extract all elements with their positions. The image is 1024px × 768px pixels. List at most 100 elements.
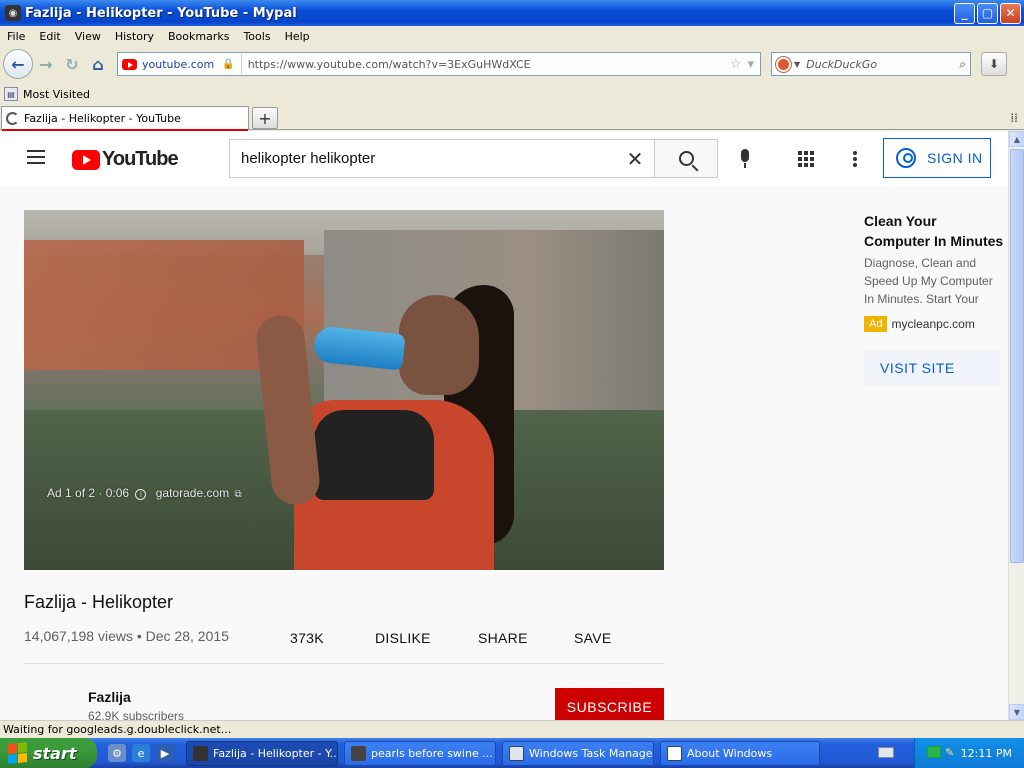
- taskbar-item-label: About Windows: [687, 747, 773, 760]
- search-input[interactable]: DuckDuckGo: [806, 58, 959, 71]
- menu-file[interactable]: File: [0, 30, 32, 43]
- clock[interactable]: 12:11 PM: [961, 747, 1012, 760]
- search-bar[interactable]: ▼ DuckDuckGo ⌕: [771, 52, 971, 76]
- site-identity[interactable]: youtube.com 🔒: [118, 54, 242, 74]
- apps-grid-icon[interactable]: [798, 151, 814, 167]
- taskbar-item-pearls[interactable]: pearls before swine ...: [344, 741, 496, 766]
- scrollbar-thumb[interactable]: [1010, 149, 1024, 563]
- menu-history[interactable]: History: [108, 30, 161, 43]
- youtube-play-icon: [72, 149, 100, 170]
- tab-label: Fazlija - Helikopter - YouTube: [24, 112, 181, 125]
- reload-button[interactable]: ↻: [59, 51, 85, 77]
- quick-launch-media-player-icon[interactable]: ▶: [156, 744, 174, 762]
- task-manager-icon: [509, 746, 524, 761]
- bookmarks-toolbar: ▤ Most Visited: [0, 84, 1024, 104]
- network-monitor-icon[interactable]: [927, 746, 941, 758]
- quick-launch-show-desktop-icon[interactable]: ⚙: [108, 744, 126, 762]
- youtube-logo[interactable]: YouTube: [72, 148, 179, 171]
- loading-spinner-icon: [6, 112, 19, 125]
- youtube-search-input[interactable]: helikopter helikopter: [241, 150, 615, 167]
- window-icon: [667, 746, 682, 761]
- tray-utility-icon[interactable]: ✎: [945, 746, 957, 759]
- home-button[interactable]: ⌂: [85, 51, 111, 77]
- mypal-app-icon[interactable]: ◉: [5, 5, 21, 21]
- video-title: Fazlija - Helikopter: [24, 592, 174, 612]
- downloads-button[interactable]: ⬇: [981, 52, 1007, 76]
- plus-icon: +: [258, 108, 272, 128]
- scroll-up-icon[interactable]: ▲: [1009, 131, 1024, 147]
- tab-strip: Fazlija - Helikopter - YouTube + ⁞⁞: [0, 105, 1024, 131]
- browser-icon: [351, 746, 366, 761]
- visit-site-button[interactable]: VISIT SITE: [864, 351, 1000, 385]
- back-button[interactable]: ←: [3, 49, 33, 79]
- search-engine-dropdown-icon[interactable]: ▼: [794, 60, 800, 69]
- youtube-header: YouTube helikopter helikopter ✕ SIGN IN: [0, 131, 1008, 187]
- url-bar[interactable]: youtube.com 🔒 https://www.youtube.com/wa…: [117, 52, 761, 76]
- hamburger-menu-icon[interactable]: [27, 150, 45, 164]
- menu-help[interactable]: Help: [278, 30, 317, 43]
- gatorade-bottle: [312, 325, 406, 371]
- url-text[interactable]: https://www.youtube.com/watch?v=3ExGuHWd…: [248, 58, 730, 71]
- ad-counter: Ad 1 of 2 · 0:06: [47, 486, 130, 500]
- side-ad-title[interactable]: Clean Your Computer In Minutes: [864, 211, 1004, 251]
- taskbar-item-about-windows[interactable]: About Windows: [660, 741, 820, 766]
- menu-bar: File Edit View History Bookmarks Tools H…: [0, 26, 1024, 46]
- mypal-icon: [193, 746, 208, 761]
- info-icon[interactable]: i: [135, 489, 147, 500]
- sign-in-label: SIGN IN: [927, 150, 983, 166]
- taskbar-item-task-manager[interactable]: Windows Task Manager: [502, 741, 654, 766]
- ad-badge: Ad: [864, 316, 888, 332]
- ad-advertiser-link[interactable]: gatorade.com: [156, 486, 229, 500]
- menu-bookmarks[interactable]: Bookmarks: [161, 30, 236, 43]
- share-button[interactable]: SHARE: [478, 630, 528, 646]
- channel-name[interactable]: Fazlija: [88, 689, 131, 705]
- video-player[interactable]: Ad 1 of 2 · 0:06 i gatorade.com ⧉: [24, 210, 664, 570]
- close-button[interactable]: ✕: [1000, 2, 1021, 24]
- bookmark-star-icon[interactable]: ☆: [730, 57, 742, 72]
- clear-search-icon[interactable]: ✕: [615, 147, 655, 171]
- new-tab-button[interactable]: +: [252, 107, 278, 129]
- start-button[interactable]: start: [0, 738, 97, 768]
- save-button[interactable]: SAVE: [574, 630, 612, 646]
- navigation-toolbar: ← → ↻ ⌂ youtube.com 🔒 https://www.youtub…: [0, 47, 1024, 81]
- taskbar-item-mypal[interactable]: Fazlija - Helikopter - Y...: [186, 741, 338, 766]
- subscriber-count: 62.9K subscribers: [88, 709, 185, 720]
- youtube-search-button[interactable]: [654, 139, 718, 178]
- maximize-button[interactable]: ▢: [977, 2, 998, 24]
- start-label: start: [33, 743, 77, 763]
- window-title: Fazlija - Helikopter - YouTube - Mypal: [25, 5, 297, 21]
- search-icon[interactable]: ⌕: [959, 57, 966, 72]
- dislike-button[interactable]: DISLIKE: [375, 630, 431, 646]
- tab-youtube[interactable]: Fazlija - Helikopter - YouTube: [1, 106, 249, 131]
- scroll-down-icon[interactable]: ▼: [1009, 704, 1024, 720]
- tab-grid-icon[interactable]: ⁞⁞: [1010, 111, 1018, 125]
- sign-in-button[interactable]: SIGN IN: [883, 138, 991, 178]
- vertical-scrollbar[interactable]: ▲ ▼: [1008, 131, 1024, 720]
- menu-view[interactable]: View: [68, 30, 108, 43]
- youtube-search-box[interactable]: helikopter helikopter ✕: [229, 139, 655, 178]
- divider: [24, 663, 664, 664]
- bookmark-most-visited[interactable]: Most Visited: [23, 88, 90, 101]
- download-icon: ⬇: [988, 57, 1000, 71]
- site-host: youtube.com: [142, 57, 215, 71]
- menu-tools[interactable]: Tools: [236, 30, 277, 43]
- like-button[interactable]: 373K: [290, 630, 324, 646]
- taskbar-item-label: Windows Task Manager: [529, 747, 654, 760]
- ad-overlay: Ad 1 of 2 · 0:06 i gatorade.com ⧉: [47, 486, 242, 500]
- minimize-button[interactable]: _: [954, 2, 975, 24]
- forward-button[interactable]: →: [33, 51, 59, 77]
- keyboard-layout-icon[interactable]: [878, 747, 894, 758]
- folder-icon: ▤: [4, 87, 18, 101]
- subscribe-button[interactable]: SUBSCRIBE: [555, 688, 664, 720]
- quick-launch-ie-icon[interactable]: e: [132, 744, 150, 762]
- youtube-favicon-icon: [122, 58, 137, 70]
- menu-edit[interactable]: Edit: [32, 30, 67, 43]
- home-icon: ⌂: [92, 54, 104, 74]
- duckduckgo-icon[interactable]: [776, 56, 791, 72]
- external-link-icon[interactable]: ⧉: [234, 489, 241, 500]
- url-dropdown-icon[interactable]: ▾: [747, 57, 754, 72]
- side-ad-description: Diagnose, Clean and Speed Up My Computer…: [864, 256, 993, 306]
- more-options-icon[interactable]: [853, 151, 857, 169]
- microphone-icon[interactable]: [738, 149, 752, 169]
- taskbar-item-label: Fazlija - Helikopter - Y...: [213, 747, 338, 760]
